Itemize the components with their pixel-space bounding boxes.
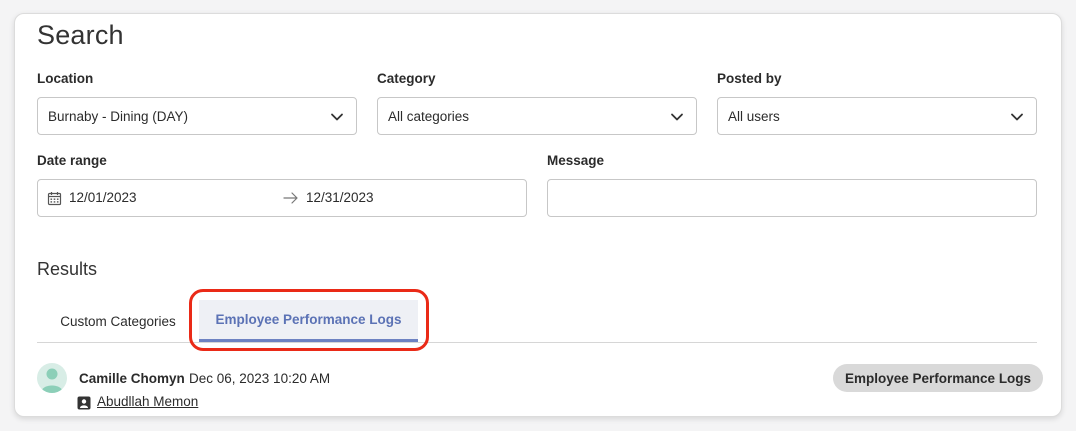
category-badge: Employee Performance Logs xyxy=(833,364,1044,392)
user-avatar-icon xyxy=(37,363,67,393)
location-select[interactable]: Burnaby - Dining (DAY) xyxy=(37,97,357,135)
posted-by-select[interactable]: All users xyxy=(717,97,1037,135)
date-range-picker[interactable]: 12/01/2023 12/31/2023 xyxy=(37,179,527,217)
tab-custom-categories[interactable]: Custom Categories xyxy=(37,300,199,342)
category-label: Category xyxy=(377,71,436,86)
arrow-right-icon xyxy=(283,192,298,204)
tab-label: Custom Categories xyxy=(60,313,176,329)
location-value: Burnaby - Dining (DAY) xyxy=(48,108,189,124)
chevron-down-icon xyxy=(1011,113,1023,121)
tab-employee-performance-logs[interactable]: Employee Performance Logs xyxy=(199,300,418,342)
employee-badge-icon xyxy=(77,396,91,410)
tab-label: Employee Performance Logs xyxy=(215,312,402,327)
entry-author: Camille Chomyn xyxy=(79,371,185,386)
message-input[interactable] xyxy=(547,179,1037,217)
calendar-icon xyxy=(47,192,62,206)
results-title: Results xyxy=(37,259,98,279)
date-range-label: Date range xyxy=(37,153,107,168)
date-start-value[interactable]: 12/01/2023 xyxy=(69,190,137,205)
employee-link[interactable]: Abudllah Memon xyxy=(97,394,198,409)
entry-timestamp: Dec 06, 2023 10:20 AM xyxy=(189,371,331,386)
category-select[interactable]: All categories xyxy=(377,97,697,135)
location-label: Location xyxy=(37,71,94,86)
posted-by-label: Posted by xyxy=(717,71,782,86)
page-title: Search xyxy=(37,20,124,50)
date-end-value[interactable]: 12/31/2023 xyxy=(306,190,374,205)
category-value: All categories xyxy=(388,108,470,124)
message-label: Message xyxy=(547,153,605,168)
chevron-down-icon xyxy=(331,113,343,121)
chevron-down-icon xyxy=(671,113,683,121)
results-tabs: Custom Categories Employee Performance L… xyxy=(37,300,1037,343)
search-card: Search Location Burnaby - Dining (DAY) C… xyxy=(14,13,1062,417)
posted-by-value: All users xyxy=(728,108,780,124)
